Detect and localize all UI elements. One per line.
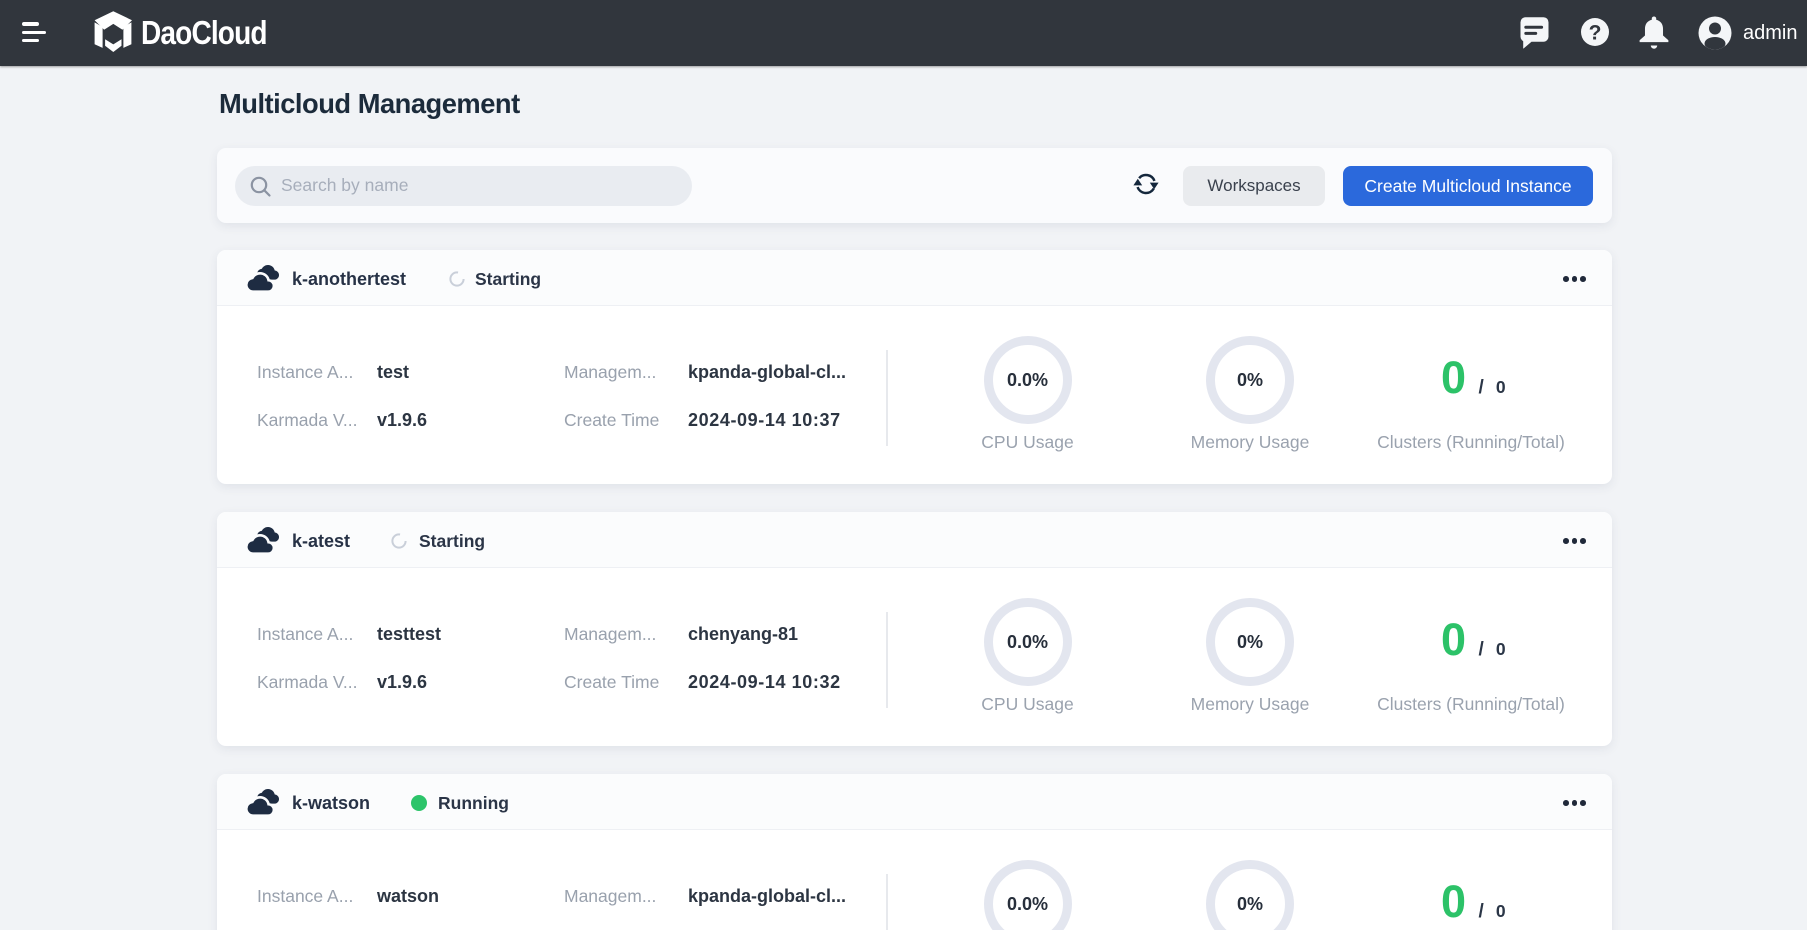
svg-text:?: ? — [1589, 22, 1602, 45]
